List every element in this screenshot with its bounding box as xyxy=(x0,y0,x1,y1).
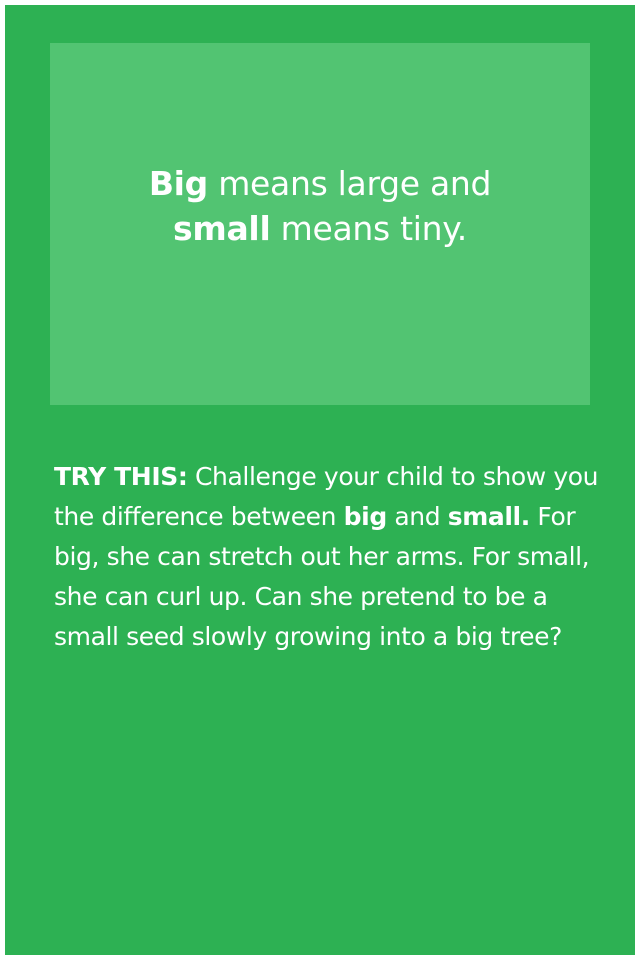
tip-word-small: small. xyxy=(447,502,530,531)
try-this-tip: TRY THIS: Challenge your child to show y… xyxy=(54,457,614,657)
tip-word-big: big xyxy=(343,502,388,531)
page-background: Big means large and small means tiny. TRY… xyxy=(5,5,635,955)
definition-box: Big means large and small means tiny. xyxy=(50,43,590,405)
definition-text-part-1: means large and xyxy=(208,163,492,203)
definition-text: Big means large and small means tiny. xyxy=(148,161,492,251)
definition-word-small: small xyxy=(173,209,271,248)
tip-label: TRY THIS: xyxy=(54,462,188,491)
definition-text-part-2: means tiny. xyxy=(270,209,468,248)
definition-word-big: Big xyxy=(148,163,208,203)
tip-text-part-2: and xyxy=(386,502,448,531)
